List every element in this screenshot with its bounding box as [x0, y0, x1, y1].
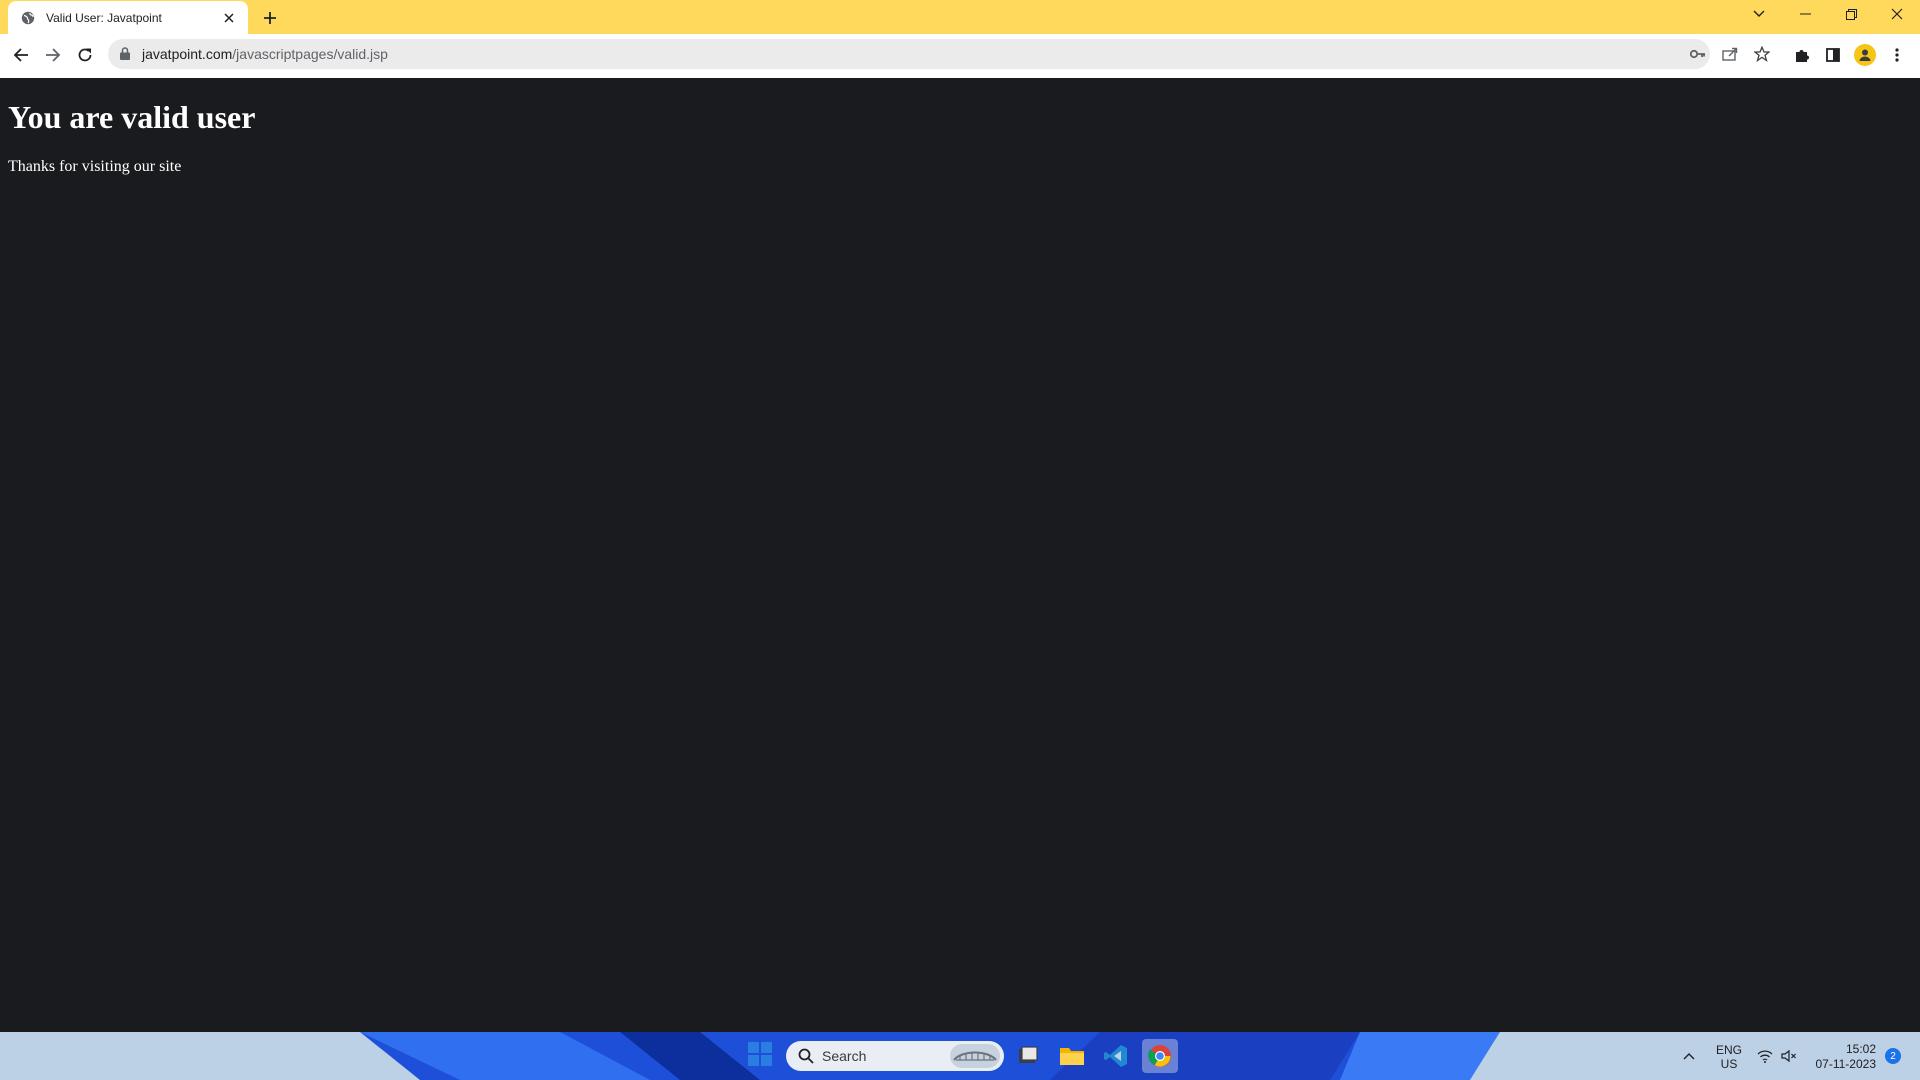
taskbar-search-box[interactable]: Search	[786, 1041, 1004, 1071]
search-icon	[798, 1048, 814, 1064]
task-view-button[interactable]	[1010, 1039, 1046, 1073]
profile-icon[interactable]	[1854, 44, 1876, 66]
share-icon[interactable]	[1720, 44, 1740, 64]
windows-taskbar: Search ENG US 15:02 07-11-2023 2	[0, 1032, 1920, 1080]
address-bar[interactable]: javatpoint.com/javascriptpages/valid.jsp	[108, 39, 1770, 69]
reload-button[interactable]	[70, 40, 100, 70]
puzzle-icon[interactable]	[1791, 44, 1813, 66]
chevron-down-icon	[1753, 10, 1765, 17]
language-code: ENG	[1716, 1043, 1743, 1057]
chevron-up-icon[interactable]	[1680, 1048, 1698, 1064]
minimize-icon	[1799, 13, 1811, 15]
close-icon	[1891, 8, 1903, 20]
url-domain: javatpoint.com	[142, 46, 233, 62]
url-path: /javascriptpages/valid.jsp	[232, 46, 388, 62]
tab-title: Valid User: Javatpoint	[46, 10, 162, 25]
close-tab-icon[interactable]	[220, 9, 238, 27]
clock-time: 15:02	[1845, 1042, 1876, 1056]
restore-icon	[1845, 8, 1857, 20]
reload-icon	[78, 48, 92, 62]
back-button[interactable]	[6, 40, 36, 70]
vscode-button[interactable]	[1098, 1039, 1134, 1073]
vscode-icon	[1104, 1045, 1127, 1067]
new-tab-button[interactable]	[258, 6, 282, 30]
forward-button[interactable]	[38, 40, 68, 70]
chrome-button[interactable]	[1142, 1039, 1178, 1073]
taskbar-search-label: Search	[822, 1048, 867, 1064]
notification-badge[interactable]: 2	[1885, 1048, 1901, 1064]
plus-icon	[264, 12, 276, 24]
page-message: Thanks for visiting our site	[8, 158, 182, 175]
file-explorer-icon	[1060, 1048, 1084, 1065]
browser-tab-active[interactable]: Valid User: Javatpoint	[8, 1, 248, 34]
minimize-button[interactable]	[1782, 0, 1828, 28]
windows-start-icon[interactable]	[748, 1042, 772, 1066]
search-highlight-image	[950, 1044, 1000, 1068]
chrome-icon	[1148, 1045, 1171, 1067]
task-view-icon	[1019, 1046, 1038, 1063]
file-explorer-button[interactable]	[1054, 1039, 1090, 1073]
kebab-menu-icon[interactable]	[1886, 44, 1908, 66]
close-window-button[interactable]	[1874, 0, 1920, 28]
volume-muted-icon[interactable]	[1780, 1048, 1798, 1064]
page-content: You are valid user Thanks for visiting o…	[0, 78, 1920, 1032]
browser-toolbar: javatpoint.com/javascriptpages/valid.jsp	[0, 34, 1920, 75]
side-panel-icon[interactable]	[1822, 44, 1844, 66]
system-clock[interactable]: 15:02 07-11-2023	[1806, 1042, 1877, 1072]
key-icon[interactable]	[1688, 44, 1708, 64]
page-heading: You are valid user	[8, 99, 256, 135]
forward-arrow-icon	[46, 48, 61, 62]
language-region: US	[1720, 1057, 1738, 1071]
language-indicator[interactable]: ENG US	[1716, 1043, 1742, 1071]
back-arrow-icon	[13, 48, 28, 62]
url-text[interactable]: javatpoint.com/javascriptpages/valid.jsp	[142, 46, 388, 62]
globe-icon	[20, 10, 36, 26]
lock-icon[interactable]	[120, 47, 130, 65]
restore-button[interactable]	[1828, 0, 1874, 28]
wifi-icon[interactable]	[1756, 1048, 1774, 1064]
tab-search-button[interactable]	[1736, 0, 1782, 28]
star-icon[interactable]	[1752, 44, 1772, 64]
clock-date: 07-11-2023	[1815, 1057, 1877, 1071]
browser-title-bar: Valid User: Javatpoint	[0, 0, 1920, 34]
